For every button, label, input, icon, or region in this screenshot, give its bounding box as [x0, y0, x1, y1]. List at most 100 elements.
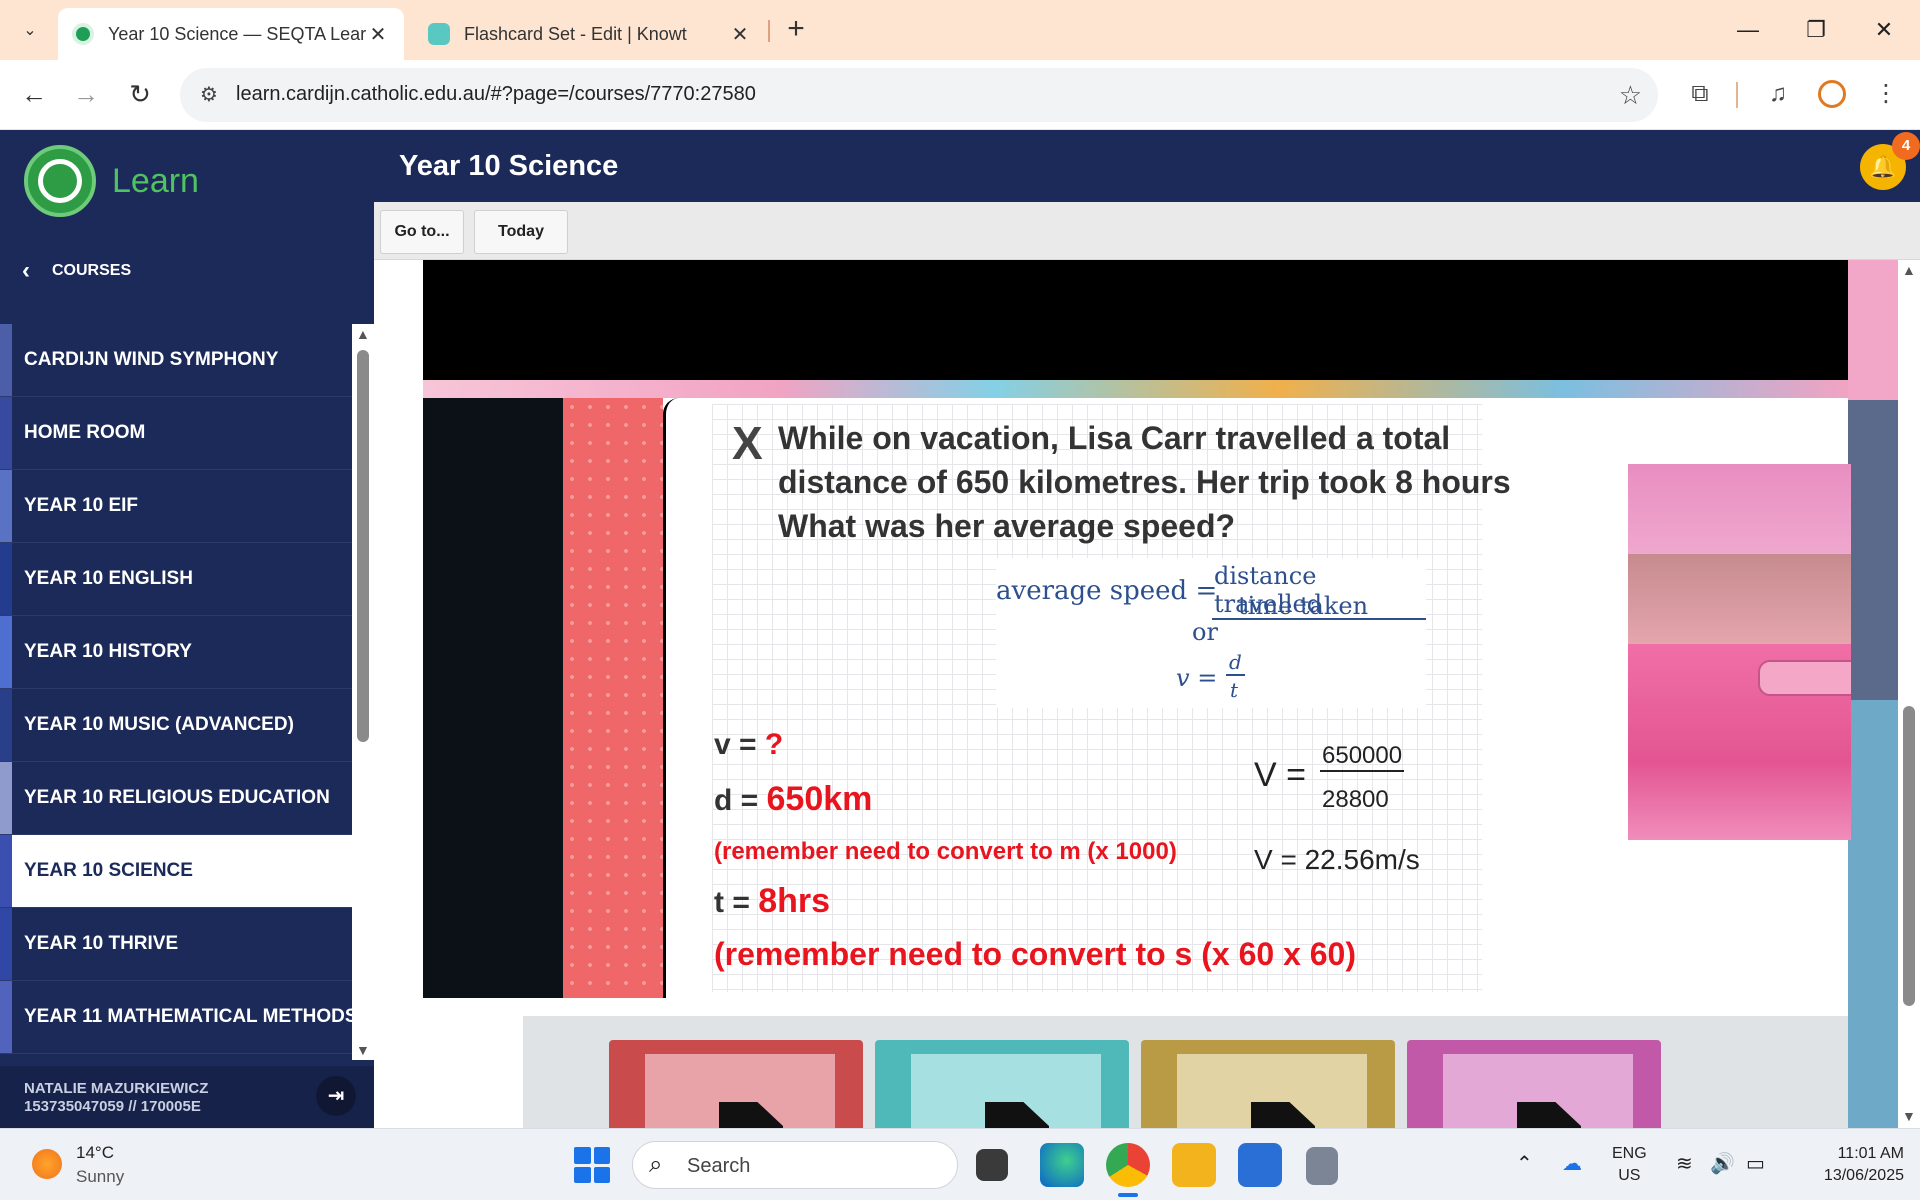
weather-sun-icon[interactable]: [32, 1149, 62, 1179]
slide-panel: X While on vacation, Lisa Carr travelled…: [663, 398, 1851, 998]
sidebar-course-item[interactable]: HOME ROOM: [0, 397, 352, 470]
wifi-icon[interactable]: ≋: [1676, 1151, 1693, 1176]
page-scrollbar[interactable]: ▲ ▼: [1898, 260, 1920, 1128]
tab-title: Year 10 Science — SEQTA Learn: [108, 23, 366, 44]
side-decoration: [1848, 260, 1898, 1128]
scroll-up-icon[interactable]: ▲: [1902, 262, 1916, 278]
formula-or: or: [1192, 618, 1218, 646]
weather-desc[interactable]: Sunny: [76, 1167, 124, 1187]
resource-card[interactable]: [1407, 1040, 1661, 1128]
course-color-strip: [0, 543, 12, 615]
more-menu-icon[interactable]: ⋮: [1868, 76, 1904, 112]
resource-card[interactable]: [609, 1040, 863, 1128]
browser-toolbar: ← → ↻ ⚙ learn.cardijn.catholic.edu.au/#?…: [0, 60, 1920, 130]
media-controls-icon[interactable]: ♫: [1760, 76, 1796, 112]
scrollbar-thumb[interactable]: [357, 350, 369, 742]
t-value: 8hrs: [758, 882, 831, 920]
course-label: YEAR 10 HISTORY: [24, 641, 192, 662]
d-label: d =: [714, 784, 767, 817]
new-tab-plus-icon[interactable]: +: [778, 12, 814, 48]
url-text[interactable]: learn.cardijn.catholic.edu.au/#?page=/co…: [236, 83, 756, 106]
sidebar-scrollbar[interactable]: ▲ ▼: [352, 324, 374, 1060]
courses-back-link[interactable]: ‹ COURSES: [0, 246, 374, 296]
file-explorer-icon[interactable]: [1172, 1143, 1216, 1187]
edge-browser-icon[interactable]: [1040, 1143, 1084, 1187]
formula-lhs: average speed =: [996, 576, 1218, 606]
sidebar-course-item[interactable]: YEAR 10 SCIENCE: [0, 835, 352, 908]
brand-name: Learn: [112, 161, 199, 200]
input-language[interactable]: ENG US: [1612, 1143, 1647, 1187]
brand[interactable]: Learn: [24, 144, 199, 218]
tab-knowt[interactable]: Flashcard Set - Edit | Knowt ✕: [414, 8, 766, 60]
chrome-browser-icon[interactable]: [1106, 1143, 1150, 1187]
onedrive-cloud-icon[interactable]: ☁: [1562, 1151, 1582, 1176]
course-color-strip: [0, 835, 12, 907]
toolbar-separator: [1736, 82, 1738, 108]
sidebar-course-item[interactable]: YEAR 11 MATHEMATICAL METHODS: [0, 981, 352, 1054]
formula-v: v =: [1176, 664, 1218, 692]
address-bar[interactable]: ⚙ learn.cardijn.catholic.edu.au/#?page=/…: [180, 68, 1658, 122]
resource-card[interactable]: [875, 1040, 1129, 1128]
close-window-icon[interactable]: ✕: [1856, 10, 1912, 50]
clock-time: 11:01 AM: [1837, 1145, 1904, 1162]
knowt-favicon-icon: [428, 23, 450, 45]
site-info-icon[interactable]: ⚙: [196, 82, 222, 108]
slide-dark-band: [423, 398, 563, 998]
question-line: What was her average speed?: [778, 508, 1236, 544]
scroll-down-icon[interactable]: ▼: [356, 1042, 370, 1058]
today-button[interactable]: Today: [474, 210, 568, 254]
course-label: YEAR 10 RELIGIOUS EDUCATION: [24, 787, 330, 808]
forward-arrow-icon[interactable]: →: [66, 74, 106, 114]
reload-icon[interactable]: ↻: [120, 74, 160, 114]
sidebar-course-item[interactable]: YEAR 10 ENGLISH: [0, 543, 352, 616]
windows-taskbar: 14°C Sunny ⌕ Search ⌃ ☁ ENG US ≋ 🔊 ▭ 11:…: [0, 1128, 1920, 1200]
course-label: YEAR 10 ENGLISH: [24, 568, 193, 589]
scrollbar-thumb[interactable]: [1903, 706, 1915, 1006]
active-app-indicator: [1118, 1193, 1138, 1197]
volume-icon[interactable]: 🔊: [1710, 1151, 1735, 1176]
profile-avatar-icon[interactable]: [1818, 80, 1846, 108]
clock[interactable]: 11:01 AM 13/06/2025: [1794, 1143, 1904, 1187]
sidebar-course-item[interactable]: YEAR 10 RELIGIOUS EDUCATION: [0, 762, 352, 835]
course-content: X While on vacation, Lisa Carr travelled…: [374, 260, 1898, 1128]
sidebar-course-item[interactable]: YEAR 10 THRIVE: [0, 908, 352, 981]
task-view-icon[interactable]: [976, 1149, 1008, 1181]
microsoft-store-icon[interactable]: [1238, 1143, 1282, 1187]
tab-seqta[interactable]: Year 10 Science — SEQTA Learn ✕: [58, 8, 404, 60]
bookmark-star-icon[interactable]: ☆: [1619, 80, 1642, 110]
video-embed[interactable]: [423, 260, 1848, 380]
extensions-puzzle-icon[interactable]: ⧉: [1682, 76, 1718, 112]
formula-d: d: [1226, 650, 1245, 676]
sidebar-course-item[interactable]: CARDIJN WIND SYMPHONY: [0, 324, 352, 397]
scroll-down-icon[interactable]: ▼: [1902, 1108, 1916, 1124]
main-header: Year 10 Science 🔔 4: [374, 130, 1920, 202]
resource-card[interactable]: [1141, 1040, 1395, 1128]
tab-search-chevron-icon[interactable]: ⌄: [10, 12, 50, 48]
v-value: ?: [764, 728, 784, 761]
taskbar-search[interactable]: ⌕ Search: [632, 1141, 958, 1189]
logout-icon[interactable]: ⇥: [316, 1076, 356, 1116]
calc-lhs: V =: [1254, 756, 1306, 794]
scroll-up-icon[interactable]: ▲: [356, 326, 370, 342]
back-arrow-icon[interactable]: ←: [14, 74, 54, 114]
tab-close-icon[interactable]: ✕: [366, 22, 390, 47]
weather-temp[interactable]: 14°C: [76, 1143, 114, 1163]
sidebar-course-item[interactable]: YEAR 10 MUSIC (ADVANCED): [0, 689, 352, 762]
windows-start-icon[interactable]: [574, 1147, 610, 1183]
lesson-slide: X While on vacation, Lisa Carr travelled…: [423, 398, 1851, 998]
battery-icon[interactable]: ▭: [1746, 1151, 1765, 1176]
course-color-strip: [0, 616, 12, 688]
minimize-icon[interactable]: —: [1720, 10, 1776, 50]
formula-t: t: [1230, 678, 1239, 702]
tray-chevron-up-icon[interactable]: ⌃: [1516, 1151, 1533, 1176]
user-footer: NATALIE MAZURKIEWICZ 153735047059 // 170…: [0, 1066, 374, 1128]
restore-icon[interactable]: ❐: [1788, 10, 1844, 50]
tab-close-icon[interactable]: ✕: [728, 22, 752, 47]
course-label: YEAR 11 MATHEMATICAL METHODS: [24, 1006, 352, 1027]
sidebar-course-item[interactable]: YEAR 10 EIF: [0, 470, 352, 543]
sidebar-course-item[interactable]: YEAR 10 HISTORY: [0, 616, 352, 689]
calculator-icon[interactable]: [1306, 1147, 1338, 1185]
course-color-strip: [0, 689, 12, 761]
lang-top: ENG: [1612, 1145, 1647, 1162]
goto-button[interactable]: Go to...: [380, 210, 464, 254]
